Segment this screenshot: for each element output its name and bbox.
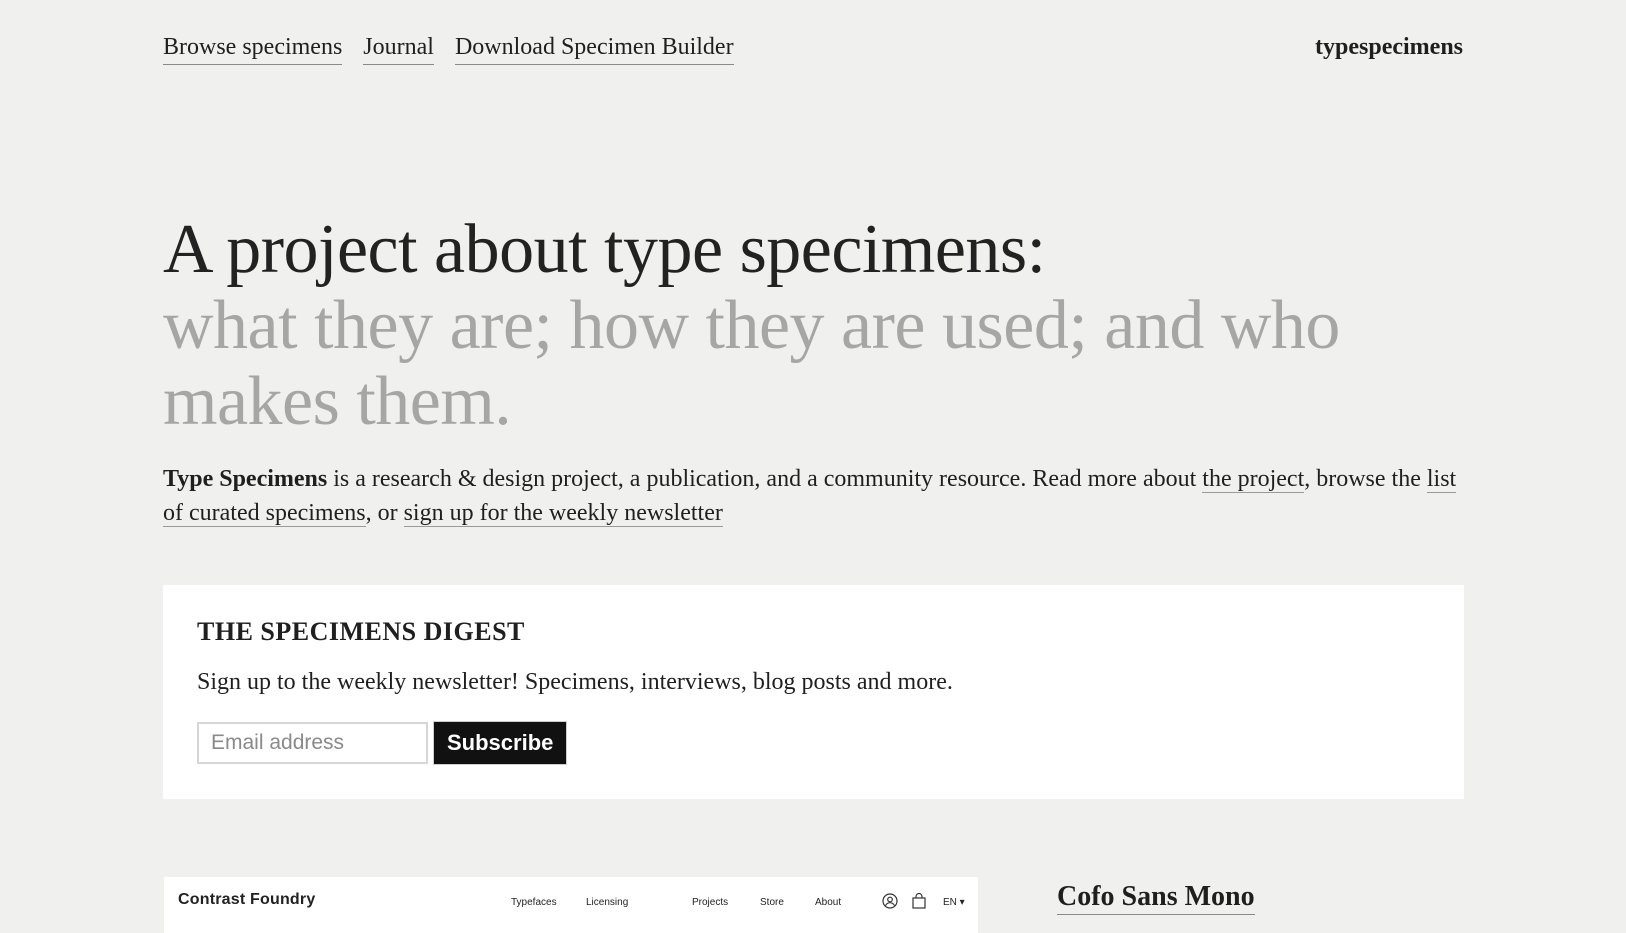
main-nav: Browse specimens Journal Download Specim… <box>163 30 734 65</box>
preview-nav-typefaces: Typefaces <box>511 897 557 908</box>
newsletter-description: Sign up to the weekly newsletter! Specim… <box>197 669 953 695</box>
intro-text-1: is a research & design project, a public… <box>327 466 1203 492</box>
intro-paragraph: Type Specimens is a research & design pr… <box>163 462 1468 530</box>
preview-language-selector: EN ▾ <box>943 897 965 908</box>
link-the-project[interactable]: the project <box>1202 466 1305 493</box>
preview-nav-about: About <box>815 897 842 908</box>
bag-icon <box>912 892 926 914</box>
nav-link-browse-specimens[interactable]: Browse specimens <box>163 30 343 65</box>
hero-line-secondary: what they are; how they are used; and wh… <box>163 287 1340 440</box>
preview-nav-store: Store <box>760 897 784 908</box>
intro-text-2: , browse the <box>1304 466 1427 492</box>
preview-nav-projects: Projects <box>692 897 729 908</box>
nav-link-download-builder[interactable]: Download Specimen Builder <box>454 30 734 65</box>
link-newsletter-signup[interactable]: sign up for the weekly newsletter <box>403 500 723 527</box>
intro-brand: Type Specimens <box>163 466 328 492</box>
email-input[interactable] <box>197 722 428 764</box>
hero-heading: A project about type specimens: what the… <box>163 212 1483 440</box>
preview-foundry-logo: Contrast Foundry <box>178 891 316 908</box>
preview-lang-label: EN <box>943 897 957 908</box>
specimen-title-link[interactable]: Cofo Sans Mono <box>1057 880 1255 915</box>
newsletter-form: Subscribe <box>197 722 1430 764</box>
user-icon <box>882 893 898 914</box>
specimen-preview-image[interactable]: Contrast Foundry Typefaces Licensing Pro… <box>164 877 978 933</box>
nav-link-journal[interactable]: Journal <box>363 30 434 65</box>
newsletter-box: THE SPECIMENS DIGEST Sign up to the week… <box>163 585 1464 799</box>
top-navigation: Browse specimens Journal Download Specim… <box>163 30 1463 65</box>
site-logo[interactable]: typespecimens <box>1315 34 1463 61</box>
newsletter-title: THE SPECIMENS DIGEST <box>197 617 525 646</box>
subscribe-button[interactable]: Subscribe <box>434 722 567 764</box>
intro-text-3: , or <box>365 500 404 526</box>
preview-nav-licensing: Licensing <box>586 897 629 908</box>
hero-line-primary: A project about type specimens: <box>163 211 1046 288</box>
